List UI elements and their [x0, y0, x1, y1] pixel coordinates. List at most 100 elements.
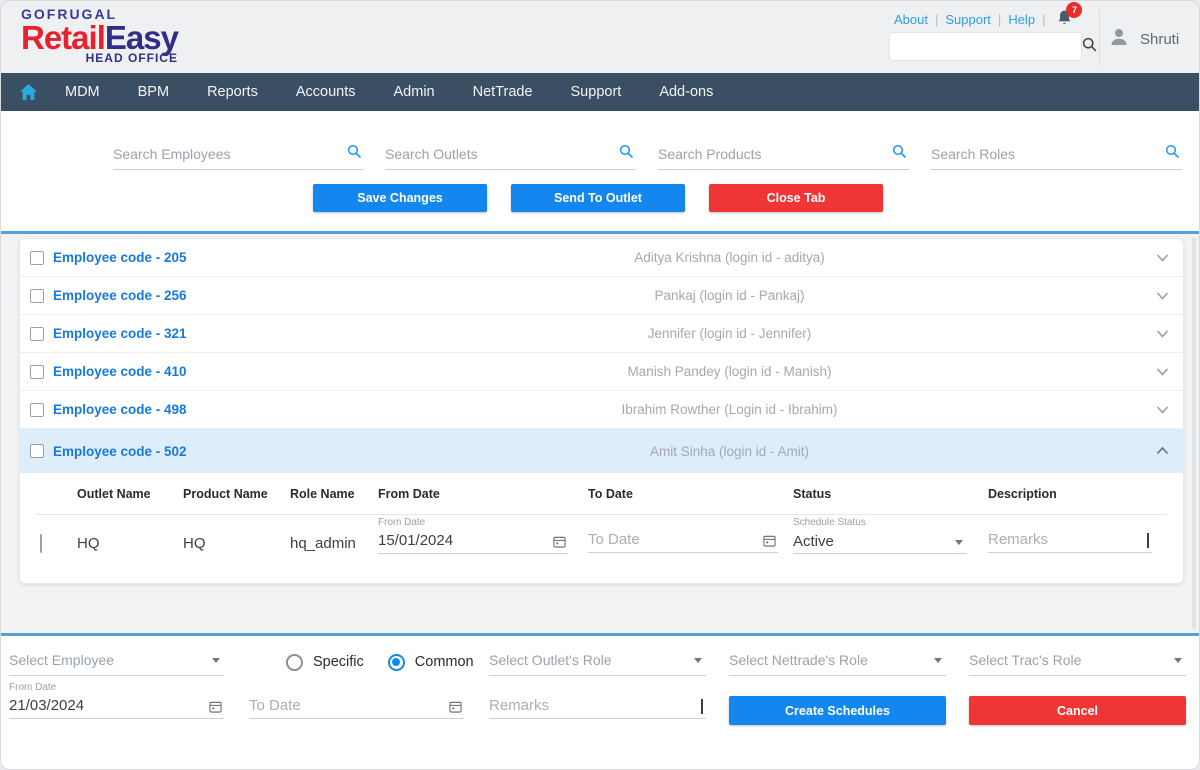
to-date-field[interactable]: [588, 529, 778, 553]
search-outlets-input[interactable]: [385, 142, 636, 170]
select-trac-role-placeholder: Select Trac's Role: [969, 652, 1186, 671]
select-nettrade-role-dropdown[interactable]: Select Nettrade's Role: [729, 648, 946, 678]
toolbar-band: [1, 111, 1200, 234]
from-date-input[interactable]: [378, 532, 568, 551]
employee-checkbox[interactable]: [30, 403, 44, 417]
employee-row[interactable]: Employee code - 256 Pankaj (login id - P…: [20, 277, 1183, 315]
employee-checkbox[interactable]: [30, 327, 44, 341]
search-employees-field[interactable]: [113, 142, 364, 172]
employee-checkbox[interactable]: [30, 365, 44, 379]
calendar-icon[interactable]: [209, 700, 222, 718]
footer-to-date-field[interactable]: [249, 695, 464, 719]
employee-name: Jennifer (login id - Jennifer): [330, 326, 1129, 341]
nav-item-mdm[interactable]: MDM: [46, 84, 119, 100]
user-profile[interactable]: Shruti: [1107, 25, 1179, 54]
footer-remarks-field[interactable]: [489, 695, 706, 719]
chevron-down-icon: [934, 658, 942, 663]
search-icon[interactable]: [1082, 37, 1105, 57]
vertical-scrollbar[interactable]: [1192, 238, 1196, 629]
schedule-table-header: Outlet Name Product Name Role Name From …: [20, 487, 1183, 505]
chevron-down-icon[interactable]: [1129, 253, 1169, 263]
notification-count-badge: 7: [1066, 2, 1082, 18]
nav-item-reports[interactable]: Reports: [188, 84, 277, 100]
chevron-down-icon[interactable]: [1129, 405, 1169, 415]
radio-common[interactable]: [388, 654, 405, 671]
search-employees-input[interactable]: [113, 142, 364, 170]
search-products-input[interactable]: [658, 142, 909, 170]
save-changes-button[interactable]: Save Changes: [313, 184, 487, 212]
select-nettrade-role-placeholder: Select Nettrade's Role: [729, 652, 946, 671]
home-icon[interactable]: [17, 83, 46, 101]
column-header-description: Description: [988, 487, 1057, 501]
nav-item-admin[interactable]: Admin: [375, 84, 454, 100]
footer-from-date-input[interactable]: [9, 697, 224, 716]
remarks-field[interactable]: [988, 529, 1152, 553]
search-icon[interactable]: [1165, 144, 1180, 164]
nav-item-addons[interactable]: Add-ons: [640, 84, 732, 100]
to-date-input[interactable]: [588, 531, 778, 550]
send-to-outlet-button[interactable]: Send To Outlet: [511, 184, 685, 212]
calendar-icon[interactable]: [553, 535, 566, 553]
employee-name: Manish Pandey (login id - Manish): [330, 364, 1129, 379]
from-date-floating-label: From Date: [378, 517, 568, 529]
create-schedules-button[interactable]: Create Schedules: [729, 696, 946, 725]
nav-item-support[interactable]: Support: [552, 84, 641, 100]
employee-row[interactable]: Employee code - 205 Aditya Krishna (logi…: [20, 239, 1183, 277]
calendar-icon[interactable]: [763, 534, 776, 552]
footer-to-date-input[interactable]: [249, 697, 464, 716]
radio-common-label[interactable]: Common: [415, 654, 474, 670]
search-icon[interactable]: [347, 144, 362, 164]
chevron-down-icon[interactable]: [1129, 291, 1169, 301]
footer-from-date-field[interactable]: From Date: [9, 682, 224, 719]
employee-name: Aditya Krishna (login id - aditya): [330, 250, 1129, 265]
nav-item-accounts[interactable]: Accounts: [277, 84, 375, 100]
employee-checkbox[interactable]: [30, 444, 44, 458]
footer-remarks-input[interactable]: [489, 697, 706, 716]
chevron-down-icon[interactable]: [1129, 329, 1169, 339]
chevron-up-icon[interactable]: [1129, 446, 1169, 456]
employee-row[interactable]: Employee code - 498 Ibrahim Rowther (Log…: [20, 391, 1183, 429]
select-outlet-role-dropdown[interactable]: Select Outlet's Role: [489, 648, 706, 678]
cancel-button[interactable]: Cancel: [969, 696, 1186, 725]
section-separator: [1, 231, 1200, 234]
notification-bell[interactable]: 7: [1056, 9, 1073, 30]
user-avatar-icon: [1107, 25, 1131, 54]
from-date-floating-label: From Date: [9, 682, 224, 694]
support-link[interactable]: Support: [945, 12, 991, 27]
help-link[interactable]: Help: [1008, 12, 1035, 27]
column-header-to-date: To Date: [588, 487, 633, 501]
search-products-field[interactable]: [658, 142, 909, 172]
search-icon[interactable]: [892, 144, 907, 164]
select-outlet-role-placeholder: Select Outlet's Role: [489, 652, 706, 671]
radio-specific-label[interactable]: Specific: [313, 654, 364, 670]
schedule-status-select[interactable]: Schedule Status Active: [793, 517, 967, 554]
employee-checkbox[interactable]: [30, 289, 44, 303]
nav-item-nettrade[interactable]: NetTrade: [454, 84, 552, 100]
search-roles-input[interactable]: [931, 142, 1182, 170]
from-date-field[interactable]: From Date: [378, 517, 568, 554]
calendar-icon[interactable]: [449, 700, 462, 718]
search-icon[interactable]: [619, 144, 634, 164]
select-employee-dropdown[interactable]: Select Employee: [9, 648, 224, 678]
employee-row[interactable]: Employee code - 321 Jennifer (login id -…: [20, 315, 1183, 353]
search-roles-field[interactable]: [931, 142, 1182, 172]
cell-product-name: HQ: [183, 535, 206, 552]
status-selected-value: Active: [793, 533, 834, 550]
app-header: GOFRUGAL RetailEasy HEAD OFFICE About| S…: [1, 1, 1200, 73]
employee-checkbox[interactable]: [30, 251, 44, 265]
radio-specific[interactable]: [286, 654, 303, 671]
status-floating-label: Schedule Status: [793, 517, 967, 529]
remarks-input[interactable]: [988, 531, 1152, 550]
schedule-row-checkbox[interactable]: [40, 534, 42, 553]
select-trac-role-dropdown[interactable]: Select Trac's Role: [969, 648, 1186, 678]
close-tab-button[interactable]: Close Tab: [709, 184, 883, 212]
chevron-down-icon[interactable]: [1129, 367, 1169, 377]
employee-row-expanded[interactable]: Employee code - 502 Amit Sinha (login id…: [20, 429, 1183, 473]
about-link[interactable]: About: [894, 12, 928, 27]
global-search-box[interactable]: [889, 32, 1082, 61]
global-search-input[interactable]: [890, 39, 1082, 54]
search-outlets-field[interactable]: [385, 142, 636, 172]
main-navbar: MDM BPM Reports Accounts Admin NetTrade …: [1, 73, 1200, 111]
nav-item-bpm[interactable]: BPM: [119, 84, 188, 100]
employee-row[interactable]: Employee code - 410 Manish Pandey (login…: [20, 353, 1183, 391]
